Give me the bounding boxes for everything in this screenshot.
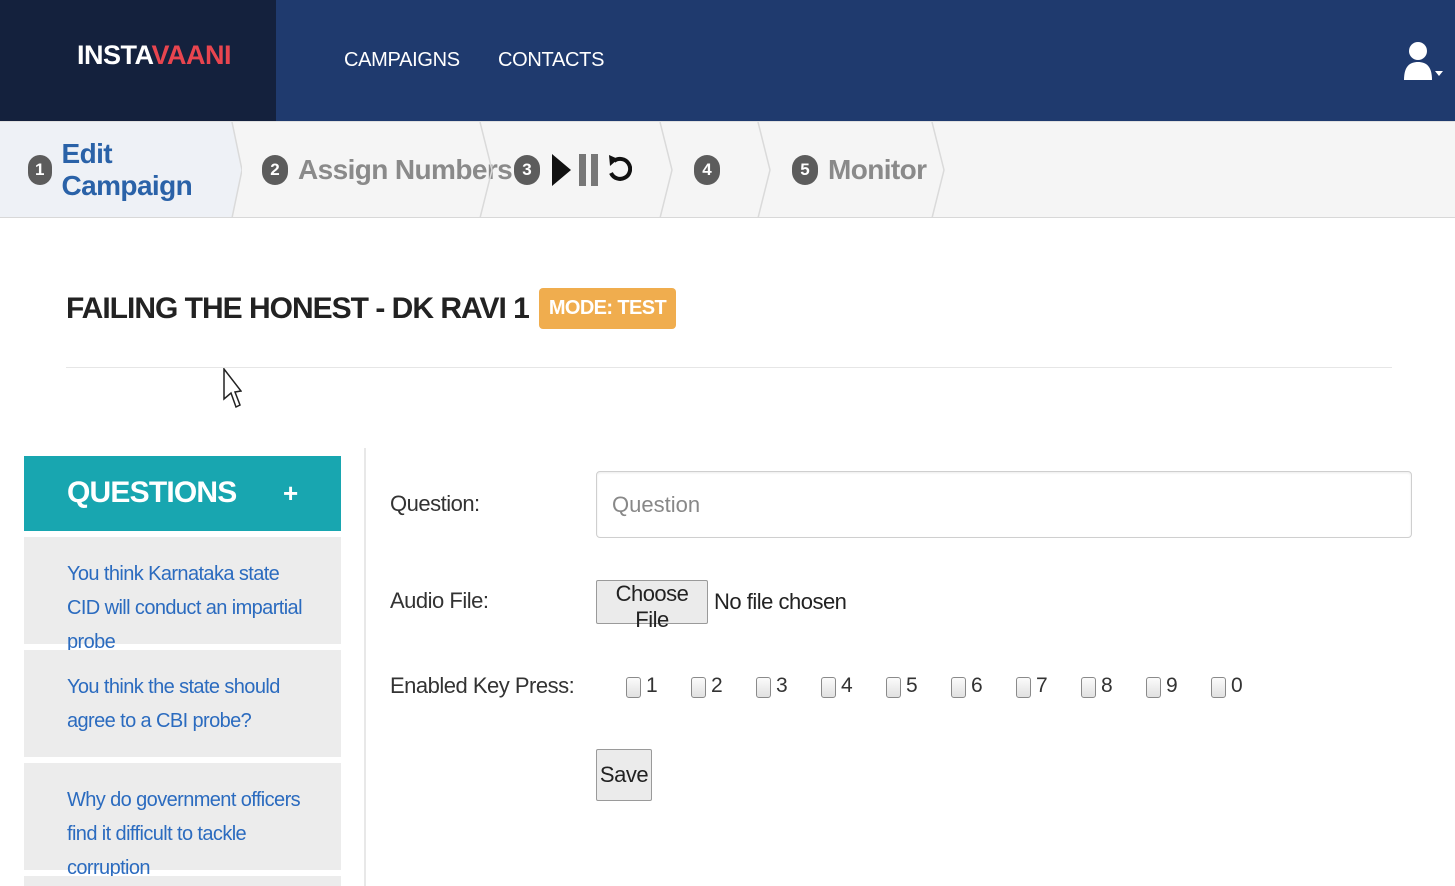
question-list-item[interactable] (24, 876, 341, 886)
brand-logo[interactable]: INSTAVAANI (77, 40, 232, 71)
questions-title: QUESTIONS (67, 476, 237, 509)
key-label: 9 (1166, 674, 1178, 697)
brand-text-vaani: VAANI (151, 40, 232, 70)
questions-header: QUESTIONS + (24, 456, 341, 531)
checkbox[interactable] (626, 677, 641, 698)
checkbox[interactable] (1016, 677, 1031, 698)
save-button[interactable]: Save (596, 749, 652, 801)
step-number: 3 (514, 155, 540, 185)
key-checkbox-7[interactable]: 7 (1016, 674, 1048, 698)
caret-down-icon (1435, 71, 1443, 76)
key-label: 1 (646, 674, 658, 697)
question-link[interactable]: You think Karnataka state CID will condu… (67, 557, 311, 659)
key-label: 2 (711, 674, 723, 697)
question-link[interactable]: Why do government officers find it diffi… (67, 783, 311, 885)
wizard-step-assign-numbers[interactable]: 2 Assign Numbers (262, 122, 513, 217)
key-label: 6 (971, 674, 983, 697)
key-press-checkboxes: 1 2 3 4 5 6 7 8 9 0 (626, 674, 1266, 704)
checkbox[interactable] (756, 677, 771, 698)
campaign-title-row: FAILING THE HONEST - DK RAVI 1 MODE: TES… (66, 288, 677, 329)
top-navbar: INSTAVAANI CAMPAIGNS CONTACTS (0, 0, 1455, 121)
checkbox[interactable] (691, 677, 706, 698)
step-number: 4 (694, 155, 720, 185)
wizard-step-edit-campaign[interactable]: 1 Edit Campaign (0, 122, 232, 217)
wizard-step-4[interactable]: 4 (694, 122, 730, 217)
key-checkbox-6[interactable]: 6 (951, 674, 983, 698)
user-icon (1404, 42, 1443, 80)
user-menu-button[interactable] (1400, 38, 1445, 86)
brand-area: INSTAVAANI (0, 0, 276, 121)
brand-text-insta: INSTA (77, 40, 152, 70)
key-checkbox-4[interactable]: 4 (821, 674, 853, 698)
checkbox[interactable] (1146, 677, 1161, 698)
key-label: 7 (1036, 674, 1048, 697)
key-label: 8 (1101, 674, 1113, 697)
question-list-item[interactable]: You think the state should agree to a CB… (24, 650, 341, 757)
enabled-keys-label: Enabled Key Press: (390, 673, 575, 698)
key-label: 5 (906, 674, 918, 697)
key-checkbox-2[interactable]: 2 (691, 674, 723, 698)
key-checkbox-0[interactable]: 0 (1211, 674, 1243, 698)
question-input[interactable] (596, 471, 1412, 538)
nav-contacts[interactable]: CONTACTS (498, 49, 604, 72)
key-checkbox-9[interactable]: 9 (1146, 674, 1178, 698)
choose-file-button[interactable]: Choose File (596, 580, 708, 632)
question-list-item[interactable]: Why do government officers find it diffi… (24, 763, 341, 879)
key-checkbox-8[interactable]: 8 (1081, 674, 1113, 698)
step-label: Edit Campaign (61, 138, 193, 201)
checkbox[interactable] (1211, 677, 1226, 698)
checkbox[interactable] (886, 677, 901, 698)
file-status-text: No file chosen (714, 589, 847, 614)
question-link[interactable]: You think the state should agree to a CB… (67, 670, 311, 738)
campaign-wizard: 1 Edit Campaign 2 Assign Numbers 3 4 5 M… (0, 121, 1455, 218)
step-label: Monitor (828, 154, 927, 185)
page-title: FAILING THE HONEST - DK RAVI 1 (66, 291, 530, 325)
key-label: 0 (1231, 674, 1243, 697)
play-icon[interactable] (550, 153, 572, 187)
key-label: 4 (841, 674, 853, 697)
wizard-step-run-controls[interactable]: 3 (514, 122, 638, 217)
add-question-button[interactable]: + (283, 478, 298, 509)
audio-file-label: Audio File: (390, 588, 489, 613)
key-checkbox-3[interactable]: 3 (756, 674, 788, 698)
pause-icon[interactable] (578, 153, 600, 187)
step-separator (479, 122, 493, 217)
wizard-step-monitor[interactable]: 5 Monitor (792, 122, 927, 217)
checkbox[interactable] (821, 677, 836, 698)
mouse-cursor-icon (223, 368, 242, 409)
step-separator (931, 122, 945, 217)
sidebar-divider (364, 448, 366, 886)
checkbox[interactable] (951, 677, 966, 698)
nav-campaigns[interactable]: CAMPAIGNS (344, 49, 460, 72)
step-number: 1 (28, 155, 52, 185)
step-separator (659, 122, 673, 217)
title-divider (66, 367, 1392, 368)
key-checkbox-5[interactable]: 5 (886, 674, 918, 698)
step-separator (222, 122, 242, 217)
step-number: 2 (262, 155, 288, 185)
reset-icon[interactable] (606, 153, 632, 187)
key-checkbox-1[interactable]: 1 (626, 674, 658, 698)
question-list-item[interactable]: You think Karnataka state CID will condu… (24, 537, 341, 653)
step-number: 5 (792, 155, 818, 185)
question-label: Question: (390, 491, 480, 516)
step-separator (757, 122, 771, 217)
checkbox[interactable] (1081, 677, 1096, 698)
mode-badge: MODE: TEST (538, 288, 677, 329)
key-label: 3 (776, 674, 788, 697)
